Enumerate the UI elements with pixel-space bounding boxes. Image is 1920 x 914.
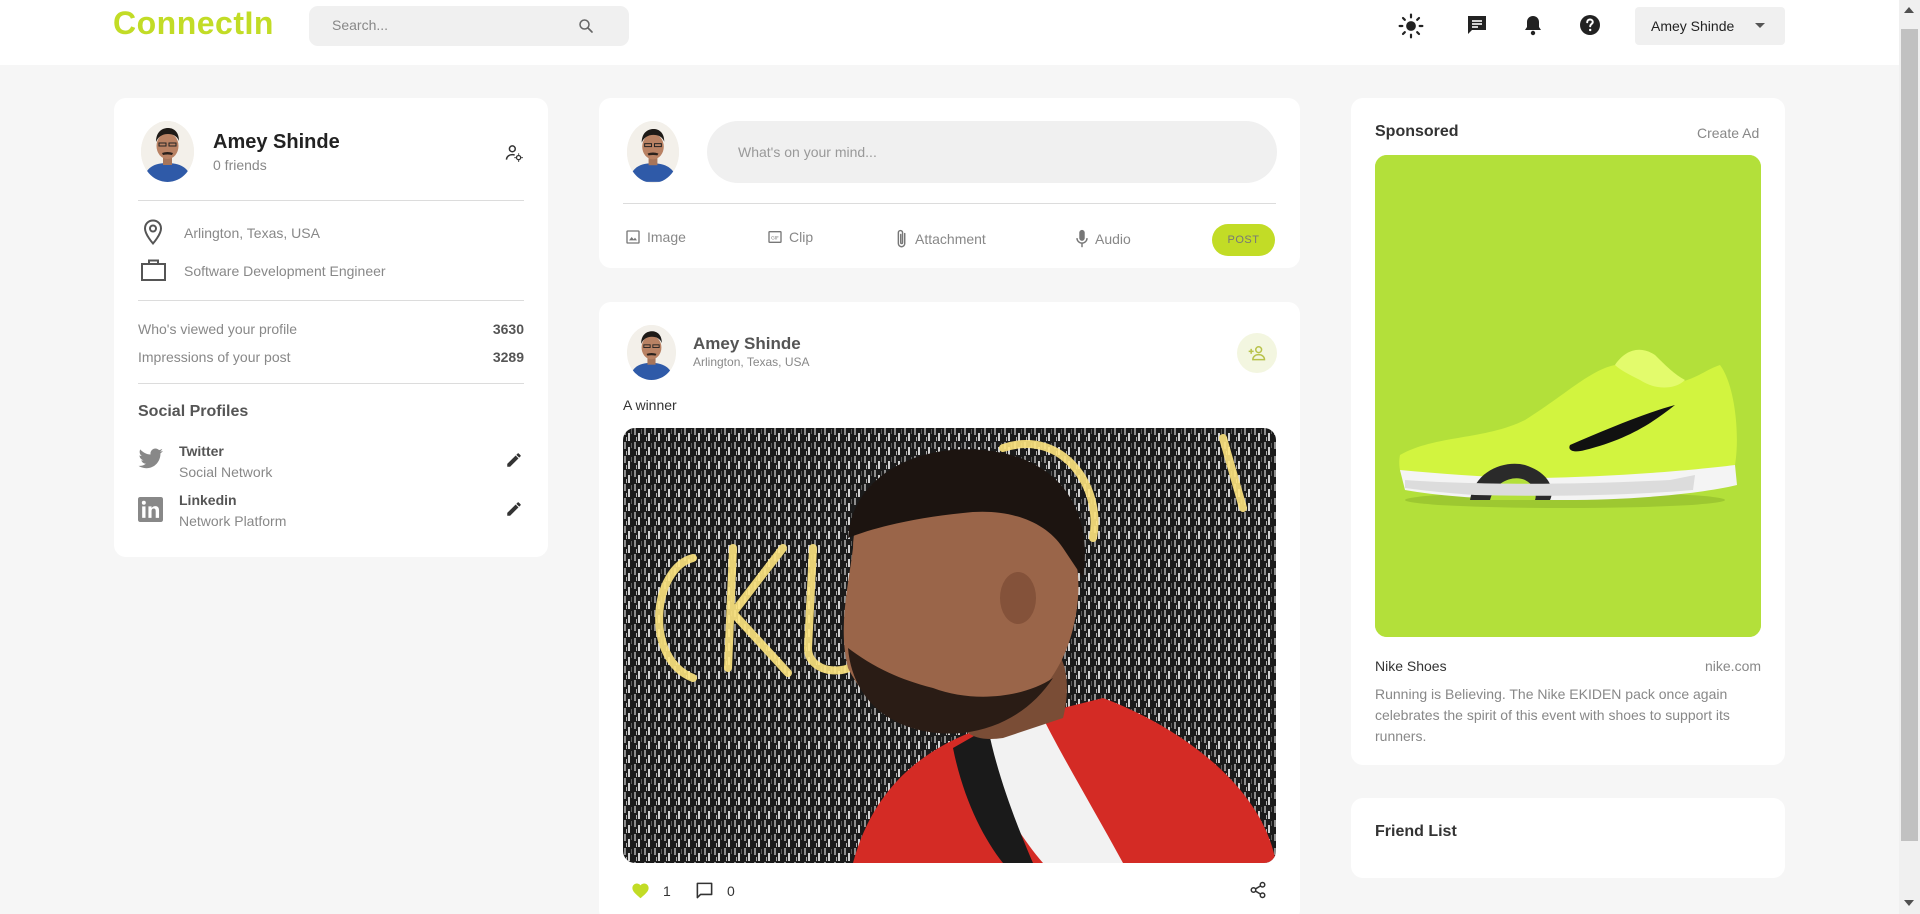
twitter-icon[interactable] [138, 448, 164, 470]
stat-value-impressions: 3289 [492, 349, 524, 365]
social-twitter-type: Social Network [179, 464, 273, 480]
like-heart-icon[interactable] [631, 882, 650, 899]
post-button[interactable]: POST [1212, 224, 1275, 256]
comment-count: 0 [727, 883, 735, 899]
social-twitter-name[interactable]: Twitter [179, 443, 224, 459]
attachment-icon [895, 229, 909, 249]
help-icon[interactable] [1578, 13, 1602, 37]
like-count: 1 [663, 883, 671, 899]
tool-audio-button[interactable]: Audio [1075, 229, 1131, 249]
social-linkedin-type: Network Platform [179, 513, 287, 529]
page-scrollbar[interactable] [1899, 0, 1920, 914]
location-icon [142, 219, 164, 245]
tool-attachment-button[interactable]: Attachment [895, 229, 986, 249]
add-friend-button[interactable] [1237, 333, 1277, 373]
work-icon [140, 258, 167, 282]
user-menu-value: Amey Shinde [1651, 18, 1735, 34]
app-logo[interactable]: ConnectIn [113, 5, 274, 42]
tool-clip-label: Clip [789, 229, 814, 245]
post-input-placeholder: What's on your mind... [738, 144, 877, 160]
social-profiles-title: Social Profiles [138, 403, 249, 420]
scroll-down-icon[interactable] [1904, 900, 1914, 906]
profile-occupation: Software Development Engineer [184, 263, 386, 279]
post-author-name[interactable]: Amey Shinde [693, 334, 801, 354]
message-icon[interactable] [1465, 13, 1489, 37]
profile-name[interactable]: Amey Shinde [213, 131, 340, 154]
svg-text:GIF: GIF [771, 235, 779, 241]
top-navbar: ConnectIn Search... Amey Shinde [0, 0, 1899, 65]
ad-site-link[interactable]: nike.com [1705, 658, 1761, 674]
profile-location: Arlington, Texas, USA [184, 225, 320, 241]
post-input[interactable]: What's on your mind... [707, 121, 1277, 183]
scroll-up-icon[interactable] [1904, 7, 1914, 13]
tool-image-label: Image [647, 229, 686, 245]
user-menu-select[interactable]: Amey Shinde [1635, 7, 1785, 45]
profile-avatar[interactable] [141, 121, 194, 182]
light-mode-icon[interactable] [1398, 13, 1424, 39]
stat-value-profile-views: 3630 [492, 321, 524, 337]
profile-divider [138, 383, 524, 384]
ad-image[interactable] [1375, 155, 1761, 637]
ad-description: Running is Believing. The Nike EKIDEN pa… [1375, 686, 1730, 744]
profile-friends-count: 0 friends [213, 157, 267, 173]
friend-list-title: Friend List [1375, 823, 1457, 840]
post-author-location: Arlington, Texas, USA [693, 355, 810, 369]
stat-label-impressions: Impressions of your post [138, 349, 291, 365]
linkedin-icon[interactable] [138, 497, 163, 522]
gif-icon: GIF [767, 229, 783, 245]
create-ad-link[interactable]: Create Ad [1697, 125, 1759, 141]
search-icon[interactable] [577, 17, 595, 35]
edit-linkedin-icon[interactable] [505, 500, 523, 518]
share-icon[interactable] [1249, 881, 1267, 899]
stat-label-profile-views: Who's viewed your profile [138, 321, 298, 337]
image-icon [625, 229, 641, 245]
scrollbar-thumb[interactable] [1901, 29, 1918, 841]
comment-icon[interactable] [695, 881, 714, 900]
composer-divider [623, 203, 1276, 204]
social-linkedin-name[interactable]: Linkedin [179, 492, 237, 508]
tool-clip-button[interactable]: GIF Clip [767, 229, 813, 245]
profile-divider [138, 300, 524, 301]
post-image[interactable] [623, 428, 1276, 863]
profile-divider [138, 200, 524, 201]
notifications-icon[interactable] [1521, 13, 1545, 37]
ad-product-name: Nike Shoes [1375, 658, 1447, 674]
composer-avatar[interactable] [627, 121, 679, 183]
post-text: A winner [623, 397, 677, 413]
tool-image-button[interactable]: Image [625, 229, 686, 245]
tool-audio-label: Audio [1095, 231, 1131, 247]
manage-account-icon[interactable] [504, 143, 524, 163]
tool-attachment-label: Attachment [915, 231, 986, 247]
chevron-down-icon [1755, 23, 1765, 28]
sponsored-title: Sponsored [1375, 123, 1459, 140]
mic-icon [1075, 229, 1089, 249]
post-author-avatar[interactable] [627, 325, 676, 380]
search-bar[interactable]: Search... [309, 6, 629, 46]
search-input[interactable]: Search... [332, 17, 388, 33]
edit-twitter-icon[interactable] [505, 451, 523, 469]
